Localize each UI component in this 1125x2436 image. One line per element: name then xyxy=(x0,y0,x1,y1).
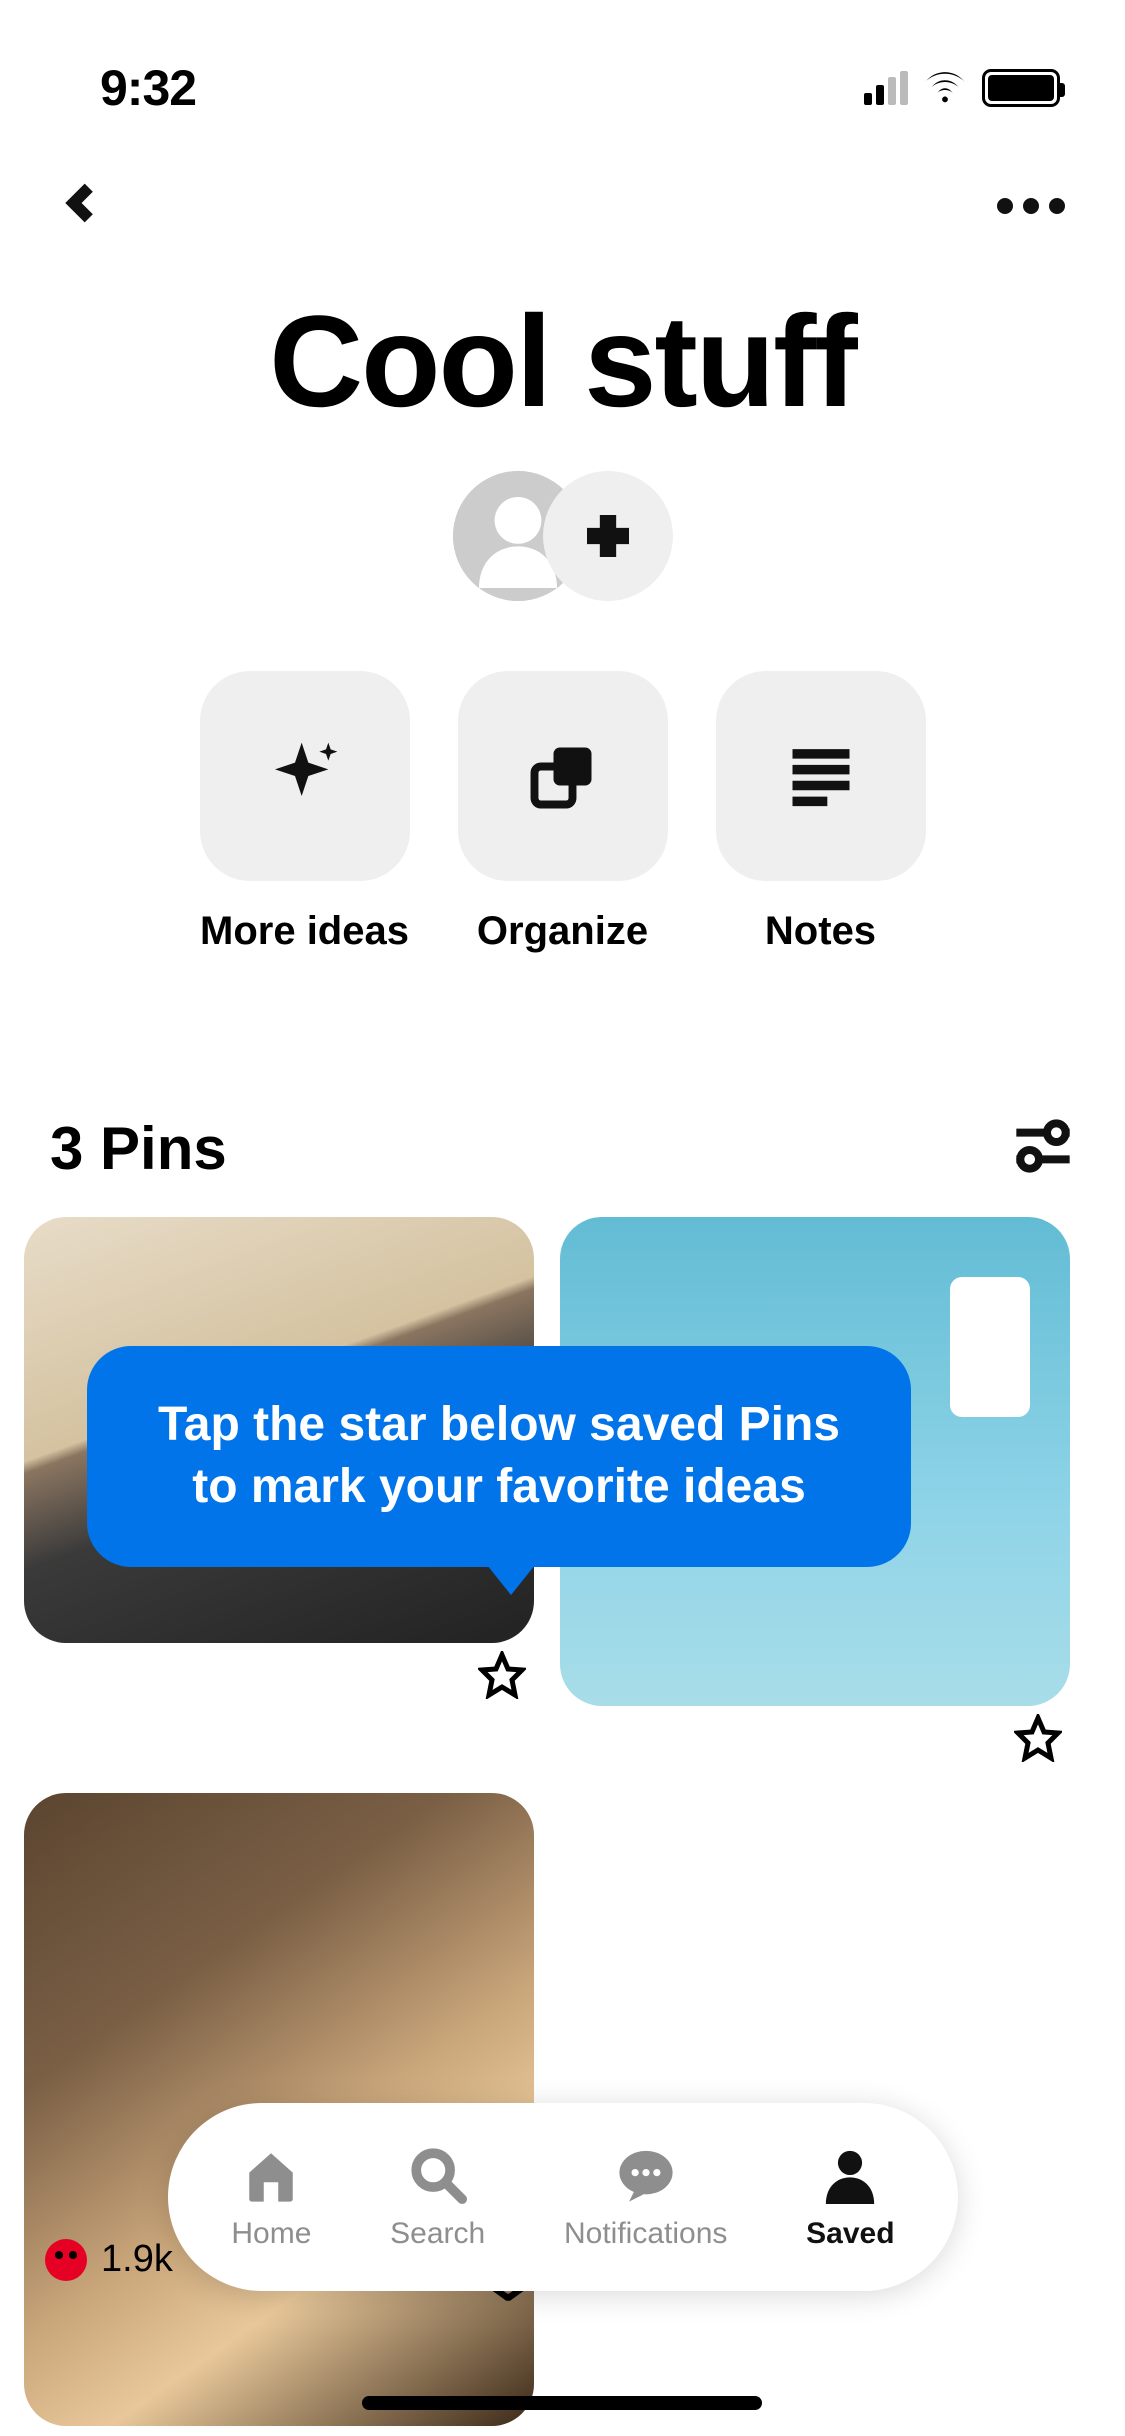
search-icon xyxy=(406,2143,470,2207)
notes-action[interactable]: Notes xyxy=(716,671,926,954)
home-indicator[interactable] xyxy=(362,2396,762,2410)
profile-icon xyxy=(818,2143,882,2207)
favorite-star-button[interactable] xyxy=(478,1651,526,1704)
board-actions-row: More ideas Organize Notes xyxy=(0,671,1125,954)
organize-icon xyxy=(458,671,668,881)
battery-icon xyxy=(982,69,1060,107)
favorite-star-button[interactable] xyxy=(1014,1714,1062,1767)
organize-action[interactable]: Organize xyxy=(458,671,668,954)
add-collaborator-button[interactable] xyxy=(543,471,673,601)
status-time: 9:32 xyxy=(100,59,196,117)
pins-count: 3 Pins xyxy=(50,1114,227,1183)
nav-saved[interactable]: Saved xyxy=(806,2143,894,2251)
action-label: Notes xyxy=(765,909,876,954)
header-nav xyxy=(0,140,1125,231)
more-ideas-action[interactable]: More ideas xyxy=(200,671,410,954)
notes-icon xyxy=(716,671,926,881)
filter-button[interactable] xyxy=(1011,1118,1075,1179)
notifications-icon xyxy=(614,2143,678,2207)
heart-reaction-icon xyxy=(45,2239,87,2281)
collaborators-row xyxy=(0,471,1125,601)
bottom-nav: Home Search Notifications Saved xyxy=(168,2103,958,2291)
cellular-signal-icon xyxy=(864,71,908,105)
more-options-button[interactable] xyxy=(997,198,1065,214)
nav-label: Home xyxy=(231,2217,311,2251)
reaction-count: 1.9k xyxy=(101,2238,173,2281)
action-label: More ideas xyxy=(200,909,409,954)
status-indicators xyxy=(864,67,1060,108)
nav-notifications[interactable]: Notifications xyxy=(564,2143,727,2251)
nav-label: Notifications xyxy=(564,2217,727,2251)
nav-home[interactable]: Home xyxy=(231,2143,311,2251)
sparkle-icon xyxy=(200,671,410,881)
pin-reaction[interactable]: 1.9k xyxy=(45,2238,173,2281)
action-label: Organize xyxy=(477,909,648,954)
nav-search[interactable]: Search xyxy=(390,2143,485,2251)
board-title: Cool stuff xyxy=(0,286,1125,436)
status-bar: 9:32 xyxy=(0,0,1125,140)
nav-label: Search xyxy=(390,2217,485,2251)
nav-label: Saved xyxy=(806,2217,894,2251)
tooltip-text: Tap the star below saved Pins to mark yo… xyxy=(137,1394,861,1519)
back-button[interactable] xyxy=(60,180,106,231)
home-icon xyxy=(239,2143,303,2207)
wifi-icon xyxy=(922,67,968,108)
favorite-hint-tooltip[interactable]: Tap the star below saved Pins to mark yo… xyxy=(87,1346,911,1567)
pins-header: 3 Pins xyxy=(0,1114,1125,1183)
